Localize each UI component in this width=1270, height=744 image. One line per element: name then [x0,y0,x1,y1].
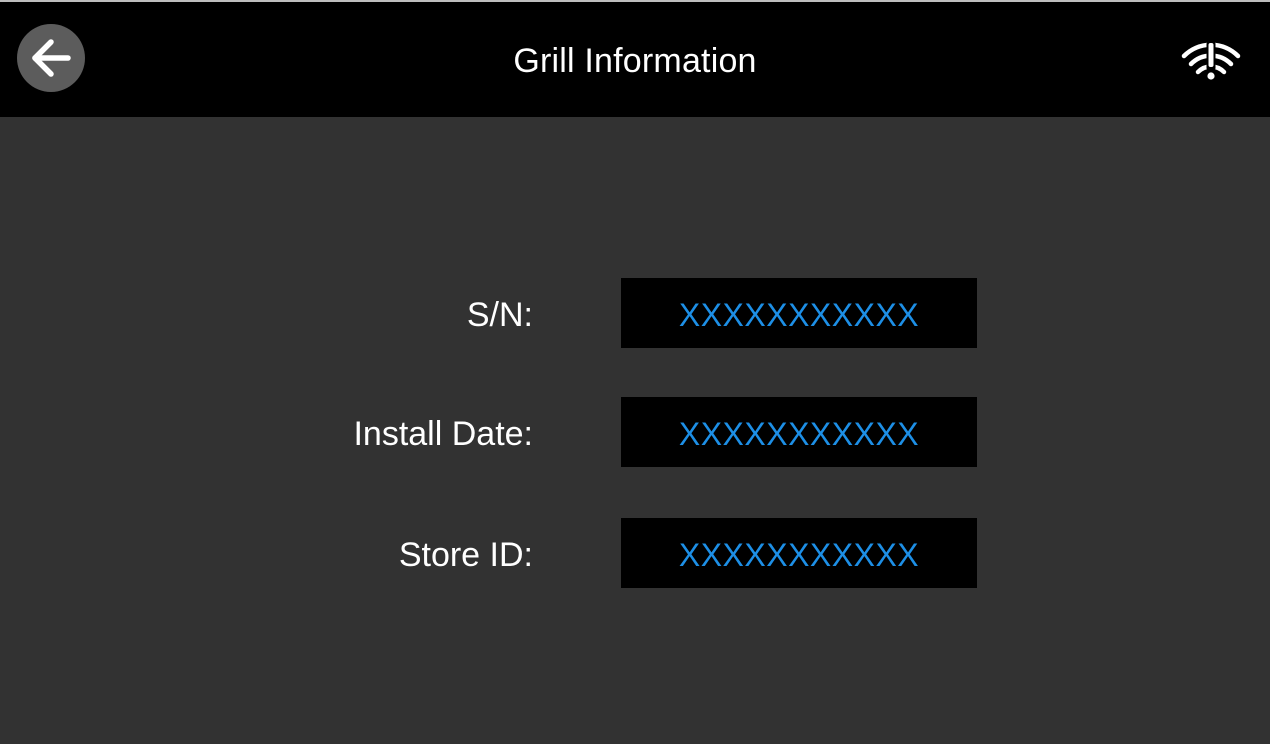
page-title: Grill Information [513,42,757,80]
store-id-row: Store ID: XXXXXXXXXXX [0,518,1270,588]
serial-number-label: S/N: [466,296,533,334]
store-id-label: Store ID: [398,536,533,574]
install-date-row: Install Date: XXXXXXXXXXX [0,397,1270,467]
grill-information-screen: Grill Information S/N: XXXXXXXXXXX Insta… [0,0,1270,744]
serial-number-row: S/N: XXXXXXXXXXX [0,278,1270,348]
install-date-value: XXXXXXXXXXX [621,397,977,467]
serial-number-value: XXXXXXXXXXX [621,278,977,348]
wifi-alert-icon [1180,42,1242,90]
store-id-value: XXXXXXXXXXX [621,518,977,588]
wifi-status-button[interactable] [1180,38,1242,86]
header-bar: Grill Information [0,2,1270,117]
install-date-label: Install Date: [353,415,533,453]
